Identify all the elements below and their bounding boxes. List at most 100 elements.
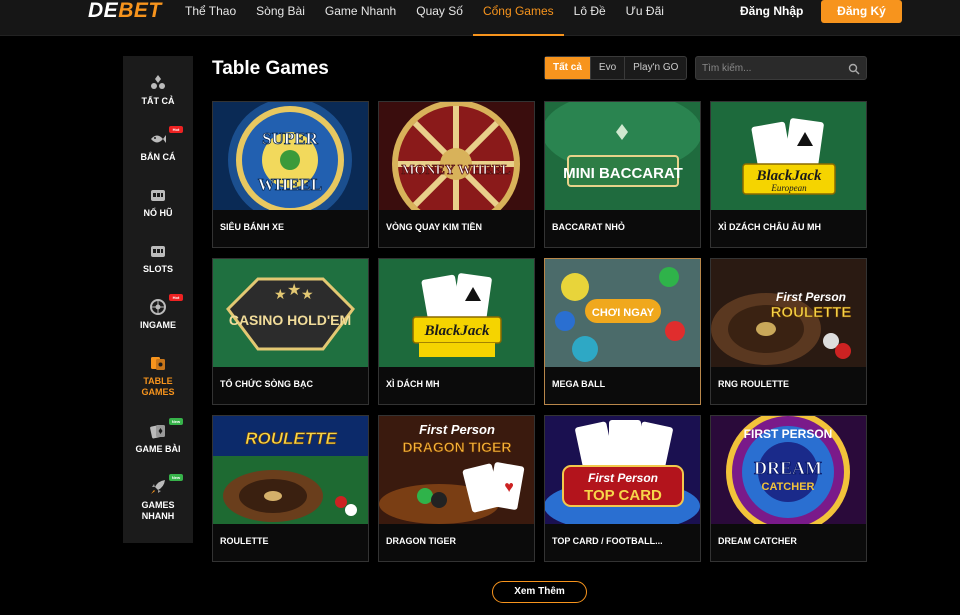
game-grid: SUPER WHEEL SIÊU BÁNH XE MONEY WHEEL VÒN… (212, 101, 868, 562)
game-title: TỔ CHỨC SÒNG BẠC (220, 379, 313, 389)
game-title: XÌ DZÁCH CHÂU ÂU MH (718, 222, 821, 232)
svg-text:First Person: First Person (588, 471, 658, 485)
game-thumbnail: MONEY WHEEL (379, 102, 534, 210)
game-card-roulette[interactable]: ROULETTE ROULETTE (212, 415, 369, 562)
category-sidebar: TẤT CẢ Hot BẮN CÁ NỔ HŨ SLOTS Hot INGAME… (123, 56, 193, 543)
nav-item-game-nhanh[interactable]: Game Nhanh (315, 0, 406, 36)
logo[interactable]: DEBET (88, 0, 162, 24)
game-card-money-wheel[interactable]: MONEY WHEEL VÒNG QUAY KIM TIỀN (378, 101, 535, 248)
svg-text:MINI BACCARAT: MINI BACCARAT (563, 165, 683, 182)
slot-machine-icon (149, 242, 167, 260)
sidebar-label: NỔ HŨ (143, 208, 173, 218)
top-header: DEBET Thể Thao Sòng Bài Game Nhanh Quay … (0, 0, 960, 36)
svg-text:★: ★ (287, 282, 301, 299)
game-thumbnail: First Person TOP CARD (545, 416, 700, 524)
sidebar-label: INGAME (140, 320, 176, 330)
game-thumbnail: First Person ROULETTE (711, 259, 866, 367)
game-title: DRAGON TIGER (386, 536, 457, 546)
sidebar-label: GAME BÀI (135, 444, 181, 454)
game-card-casino-holdem[interactable]: ★ ★ ★ CASINO HOLD'EM TỔ CHỨC SÒNG BẠC (212, 258, 369, 405)
svg-text:ROULETTE: ROULETTE (771, 304, 852, 321)
page-title: Table Games (212, 58, 329, 79)
svg-text:MONEY WHEEL: MONEY WHEEL (401, 163, 510, 178)
slot-machine-icon (149, 186, 167, 204)
search-input[interactable] (696, 57, 846, 79)
svg-text:CASINO HOLD'EM: CASINO HOLD'EM (229, 312, 351, 328)
filter-evo[interactable]: Evo (591, 57, 626, 79)
game-thumbnail: SUPER WHEEL (213, 102, 368, 210)
nav-item-cong-games[interactable]: Cổng Games (472, 0, 564, 36)
load-more-button[interactable]: Xem Thêm (492, 581, 587, 603)
main-nav: Thể Thao Sòng Bài Game Nhanh Quay Số Cổn… (175, 0, 674, 36)
sidebar-item-table-games[interactable]: TABLE GAMES (123, 354, 193, 398)
logo-text-de: DE (88, 0, 119, 22)
svg-text:DRAGON TIGER: DRAGON TIGER (403, 439, 512, 455)
register-button[interactable]: Đăng Ký (821, 0, 902, 23)
game-thumbnail: ★ ★ ★ CASINO HOLD'EM (213, 259, 368, 367)
sidebar-item-game-bai[interactable]: New GAME BÀI (123, 418, 193, 455)
login-link[interactable]: Đăng Nhập (740, 4, 803, 18)
game-card-dream-catcher[interactable]: FIRST PERSON DREAM CATCHER DREAM CATCHER (710, 415, 867, 562)
game-thumbnail: BlackJack (379, 259, 534, 367)
game-thumbnail: ♥ First Person DRAGON TIGER (379, 416, 534, 524)
logo-text-bet: BET (118, 0, 162, 22)
game-card-dragon-tiger[interactable]: ♥ First Person DRAGON TIGER DRAGON TIGER (378, 415, 535, 562)
game-card-super-wheel[interactable]: SUPER WHEEL SIÊU BÁNH XE (212, 101, 369, 248)
svg-text:ROULETTE: ROULETTE (245, 429, 337, 448)
nav-item-uu-dai[interactable]: Ưu Đãi (616, 0, 674, 36)
game-card-blackjack[interactable]: BlackJack XÌ DÁCH MH (378, 258, 535, 405)
filter-playngo[interactable]: Play'n GO (625, 57, 686, 79)
hot-badge: Hot (169, 294, 183, 301)
game-card-mega-ball[interactable]: CHƠI NGAY MEGA BALL (544, 258, 701, 405)
game-thumbnail: ROULETTE (213, 416, 368, 524)
nav-item-song-bai[interactable]: Sòng Bài (246, 0, 315, 36)
filter-tat-ca[interactable]: Tất cả (545, 57, 591, 79)
sidebar-item-ingame[interactable]: Hot INGAME (123, 294, 193, 331)
svg-text:SUPER: SUPER (262, 129, 318, 148)
game-card-top-card[interactable]: First Person TOP CARD TOP CARD / FOOTBAL… (544, 415, 701, 562)
nav-item-quay-so[interactable]: Quay Số (406, 0, 473, 36)
svg-text:WHEEL: WHEEL (258, 175, 322, 194)
svg-text:TOP CARD: TOP CARD (584, 487, 662, 504)
fish-icon (149, 130, 167, 148)
svg-text:♥: ♥ (504, 479, 514, 496)
sidebar-label: TABLE GAMES (141, 376, 175, 397)
game-card-rng-roulette[interactable]: First Person ROULETTE RNG ROULETTE (710, 258, 867, 405)
game-thumbnail: FIRST PERSON DREAM CATCHER (711, 416, 866, 524)
rocket-icon (149, 478, 167, 496)
game-thumbnail: CHƠI NGAY (545, 259, 700, 367)
sidebar-item-slots[interactable]: SLOTS (123, 242, 193, 275)
game-thumbnail: BlackJack European (711, 102, 866, 210)
svg-text:DREAM: DREAM (754, 458, 822, 478)
svg-text:BlackJack: BlackJack (756, 168, 822, 184)
svg-text:CATCHER: CATCHER (762, 481, 815, 493)
provider-filter: Tất cả Evo Play'n GO (544, 56, 688, 80)
sidebar-item-ban-ca[interactable]: Hot BẮN CÁ (123, 126, 193, 163)
game-title: ROULETTE (220, 536, 269, 546)
game-card-mini-baccarat[interactable]: MINI BACCARAT BACCARAT NHỎ (544, 101, 701, 248)
game-title: DREAM CATCHER (718, 536, 797, 546)
svg-text:★: ★ (274, 286, 287, 302)
game-card-blackjack-european[interactable]: BlackJack European XÌ DZÁCH CHÂU ÂU MH (710, 101, 867, 248)
sidebar-label: GAMES NHANH (141, 500, 175, 521)
svg-text:CHƠI NGAY: CHƠI NGAY (592, 307, 655, 319)
sidebar-label: BẮN CÁ (140, 152, 176, 162)
search-icon[interactable] (848, 62, 860, 75)
sidebar-item-tat-ca[interactable]: TẤT CẢ (123, 74, 193, 107)
svg-text:★: ★ (301, 286, 314, 302)
game-title: XÌ DÁCH MH (386, 379, 440, 389)
game-title: RNG ROULETTE (718, 379, 789, 389)
game-thumbnail: MINI BACCARAT (545, 102, 700, 210)
sidebar-label: TẤT CẢ (141, 96, 175, 106)
game-title: TOP CARD / FOOTBALL... (552, 536, 663, 546)
card-game-icon (149, 422, 167, 440)
sidebar-item-games-nhanh[interactable]: New GAMES NHANH (123, 474, 193, 522)
new-badge: New (169, 474, 183, 481)
game-title: SIÊU BÁNH XE (220, 222, 285, 232)
search-box (695, 56, 867, 80)
sidebar-item-no-hu[interactable]: NỔ HŨ (123, 186, 193, 219)
nav-item-the-thao[interactable]: Thể Thao (175, 0, 246, 36)
svg-text:FIRST PERSON: FIRST PERSON (744, 427, 833, 441)
sidebar-label: SLOTS (142, 264, 173, 274)
nav-item-lo-de[interactable]: Lô Đề (564, 0, 616, 36)
